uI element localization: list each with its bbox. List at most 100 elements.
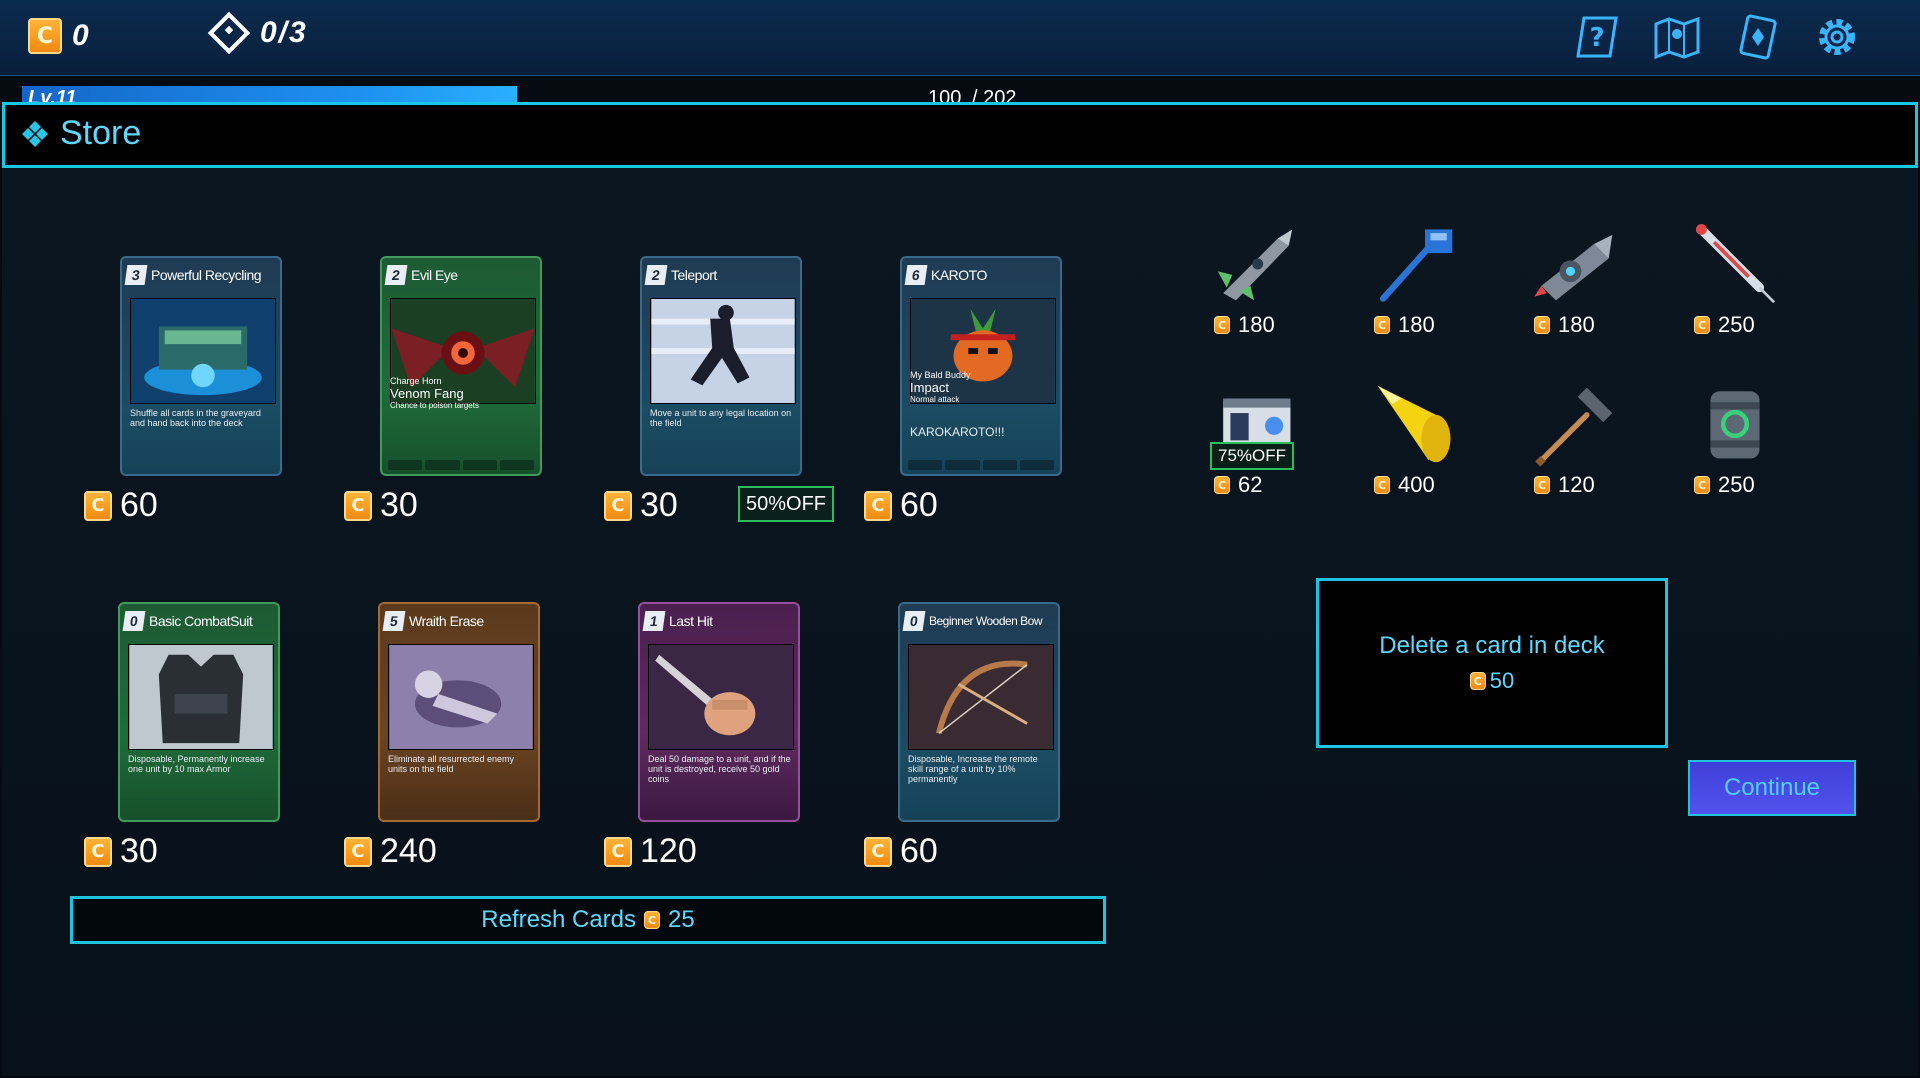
card-name: Evil Eye	[411, 267, 458, 283]
wrench-staff-icon	[1380, 229, 1453, 302]
price-value: 60	[900, 486, 938, 524]
card-name: Basic CombatSuit	[149, 613, 253, 629]
coin-icon: C	[1694, 316, 1710, 334]
card-last-hit[interactable]: 1 Last Hit Deal 50 damage to a unit, and …	[638, 602, 800, 822]
skill-description: Normal attack	[910, 395, 960, 404]
coin-icon: C	[604, 490, 632, 521]
card-price: C 60	[84, 486, 158, 525]
card-price: C 30	[344, 486, 418, 525]
item-wrench-staff[interactable]: C 180	[1360, 216, 1470, 338]
card-price: C 240	[344, 832, 437, 871]
item-price: 400	[1398, 472, 1435, 497]
combat-suit-art-icon	[128, 644, 274, 750]
card-cost: 0	[122, 611, 146, 631]
card-karoto[interactable]: 6 KAROTO My Bald Buddy Impact Normal atta…	[900, 256, 1062, 476]
card-price: C 60	[864, 486, 938, 525]
card-description: Disposable, Increase the remote skill ra…	[908, 754, 1038, 784]
golden-horn-icon	[1377, 385, 1451, 463]
refresh-label: Refresh Cards	[481, 906, 637, 933]
card-name: Teleport	[671, 267, 717, 283]
help-icon[interactable]: ?	[1572, 12, 1622, 62]
coin-counter: C 0	[28, 18, 91, 54]
card-cost: 5	[382, 611, 406, 631]
map-icon[interactable]	[1652, 12, 1702, 62]
card-description: KAROKAROTO!!!	[910, 425, 1005, 439]
continue-button[interactable]: Continue	[1688, 760, 1856, 816]
item-id-card[interactable]: 75%OFF C 62	[1200, 376, 1310, 498]
card-beginner-wooden-bow[interactable]: 0 Beginner Wooden Bow Disposable, Increas…	[898, 602, 1060, 822]
coin-icon: C	[1534, 316, 1550, 334]
card-teleport[interactable]: 2 Teleport Move a unit to any legal locat…	[640, 256, 802, 476]
svg-text:?: ?	[1589, 23, 1604, 53]
settings-icon[interactable]	[1812, 12, 1862, 62]
discount-badge: 75%OFF	[1210, 442, 1294, 470]
item-golden-horn[interactable]: C 400	[1360, 376, 1470, 498]
card-name: KAROTO	[931, 267, 987, 283]
coin-count: 0	[72, 19, 91, 52]
card-cost: 2	[384, 265, 408, 285]
card-name: Beginner Wooden Bow	[929, 614, 1043, 628]
deck-icon[interactable]	[1732, 12, 1782, 62]
card-description: Move a unit to any legal location on the…	[650, 408, 792, 428]
card-price: C 60	[864, 832, 938, 871]
stage-progress: 0/3	[207, 11, 308, 55]
page-title: Store	[60, 114, 142, 152]
item-canister[interactable]: C 250	[1680, 376, 1790, 498]
skill-name: Impact	[910, 380, 950, 395]
card-wraith-erase[interactable]: 5 Wraith Erase Eliminate all resurrected …	[378, 602, 540, 822]
coin-icon: C	[1534, 476, 1550, 494]
coin-icon: C	[344, 836, 372, 867]
card-basic-combatsuit[interactable]: 0 Basic CombatSuit Disposable, Permanentl…	[118, 602, 280, 822]
price-value: 30	[640, 486, 678, 524]
coin-icon: C	[1694, 476, 1710, 494]
item-rocket-drone[interactable]: C 180	[1200, 216, 1310, 338]
refresh-cards-button[interactable]: Refresh Cards C 25	[70, 896, 1106, 944]
wraith-erase-art-icon	[388, 644, 534, 750]
item-price: 180	[1238, 312, 1275, 337]
card-price: C 120	[604, 832, 697, 871]
card-name: Powerful Recycling	[151, 267, 262, 283]
coin-icon: C	[84, 490, 112, 521]
refresh-price: 25	[668, 906, 695, 933]
card-description: Deal 50 damage to a unit, and if the uni…	[648, 754, 791, 784]
coin-icon: C	[864, 490, 892, 521]
delete-card-label: Delete a card in deck	[1379, 632, 1605, 659]
teleport-art-icon	[650, 298, 796, 404]
coin-icon: C	[864, 836, 892, 867]
card-powerful-recycling[interactable]: 3 Powerful Recycling Shuffle all cards in…	[120, 256, 282, 476]
discount-badge: 50%OFF	[738, 486, 834, 522]
card-cost: 6	[904, 265, 928, 285]
item-price: 120	[1558, 472, 1595, 497]
coin-icon: C	[1214, 316, 1230, 334]
coin-icon: C	[1374, 476, 1390, 494]
price-value: 60	[120, 486, 158, 524]
skill-description: Chance to poison targets	[390, 401, 479, 410]
card-description: Disposable, Permanently increase one uni…	[128, 754, 265, 774]
item-price: 250	[1718, 312, 1755, 337]
item-drill-machine[interactable]: C 180	[1520, 216, 1630, 338]
card-description: Shuffle all cards in the graveyard and h…	[130, 408, 261, 428]
item-price: 180	[1398, 312, 1435, 337]
coin-icon: C	[28, 18, 62, 54]
price-value: 120	[640, 832, 697, 870]
coin-icon: C	[84, 836, 112, 867]
syringe-icon	[1695, 224, 1776, 304]
delete-card-button[interactable]: Delete a card in deck C 50	[1316, 578, 1668, 748]
rocket-drone-icon	[1217, 229, 1293, 301]
store-header: Store	[2, 102, 1918, 168]
card-price: C 30	[84, 832, 158, 871]
stage-progress-count: 0/3	[260, 16, 308, 49]
coin-icon: C	[344, 490, 372, 521]
card-skill: Charge Horn Venom Fang Chance to poison …	[390, 376, 536, 410]
item-hammer[interactable]: C 120	[1520, 376, 1630, 498]
card-description: Eliminate all resurrected enemy units on…	[388, 754, 515, 774]
canister-icon	[1710, 391, 1760, 459]
coin-icon: C	[604, 836, 632, 867]
item-syringe[interactable]: C 250	[1680, 216, 1790, 338]
skill-label: Charge Horn	[390, 376, 442, 386]
coin-icon: C	[1469, 672, 1486, 690]
card-evil-eye[interactable]: 2 Evil Eye Charge Horn Venom Fang Chance …	[380, 256, 542, 476]
coin-icon: C	[1214, 476, 1230, 494]
hammer-icon	[1535, 387, 1613, 467]
price-value: 30	[120, 832, 158, 870]
